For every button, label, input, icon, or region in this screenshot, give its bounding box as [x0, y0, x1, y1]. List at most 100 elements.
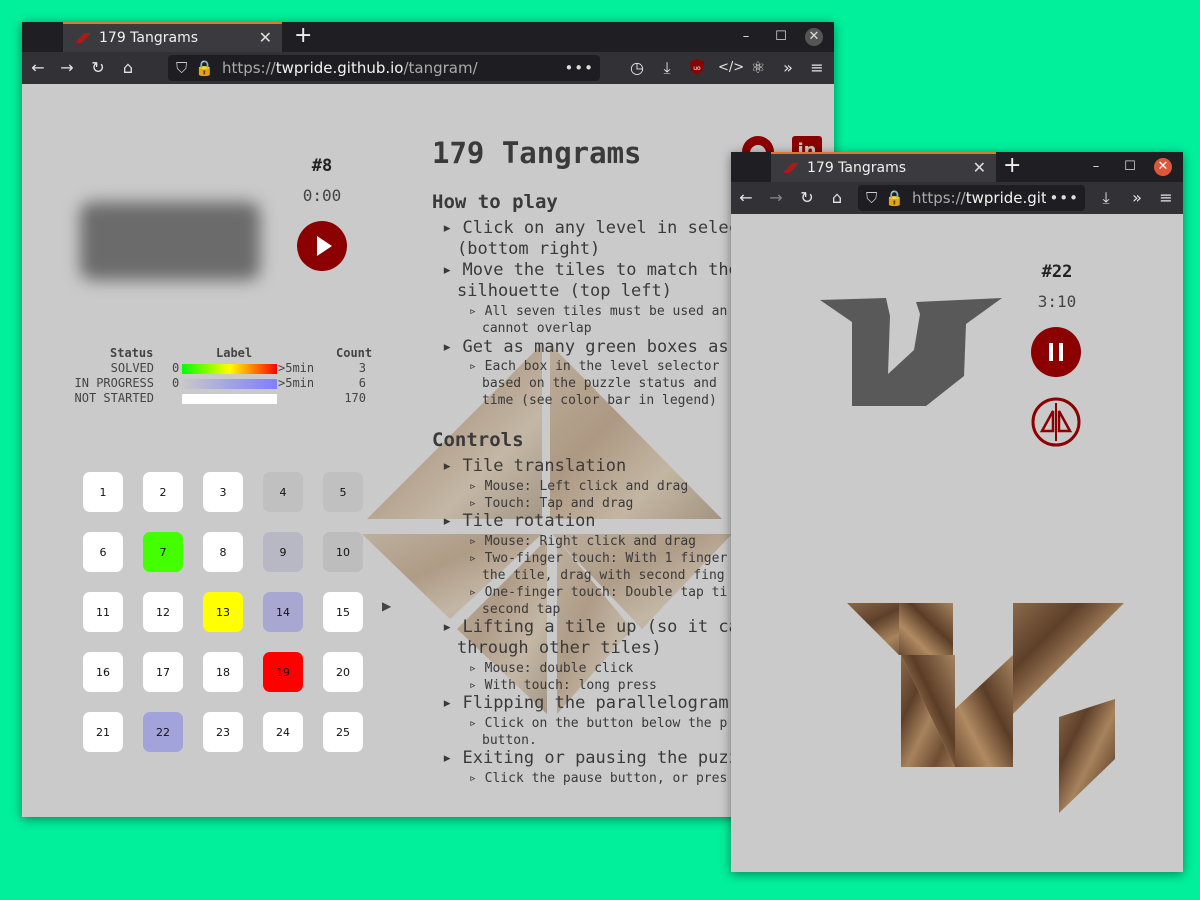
- tile-large-triangle-right[interactable]: [1013, 603, 1124, 714]
- level-button[interactable]: 7: [143, 532, 183, 572]
- control-2-a: ▹ Mouse: Right click and drag: [469, 534, 696, 549]
- maximize-icon[interactable]: ☐: [772, 28, 790, 46]
- control-1-text: Tile translation: [462, 456, 627, 476]
- nav-toolbar: ← → ↻ ⌂ ⛉ 🔒 https://twpride.github.io/ta…: [22, 52, 834, 84]
- legend-header-status: Status: [110, 346, 154, 360]
- play-icon: [317, 236, 332, 256]
- play-button[interactable]: [297, 221, 347, 271]
- history-icon[interactable]: ◷: [627, 58, 647, 78]
- level-button[interactable]: 15: [323, 592, 363, 632]
- instruction-3-sub-cont2: time (see color bar in legend): [482, 393, 717, 408]
- level-button[interactable]: 24: [263, 712, 303, 752]
- instruction-2-text: Move the tiles to match the: [462, 260, 739, 280]
- overflow-icon[interactable]: »: [1127, 188, 1147, 208]
- forward-icon[interactable]: →: [766, 188, 786, 208]
- url-bar[interactable]: ⛉ 🔒 https://twpride.github.io/tangram/ •…: [168, 55, 600, 81]
- close-window-icon[interactable]: ✕: [1154, 158, 1172, 176]
- minimize-icon[interactable]: –: [1087, 158, 1105, 176]
- level-button[interactable]: 13: [203, 592, 243, 632]
- instruction-1-text: Click on any level in select: [462, 218, 750, 238]
- level-button[interactable]: 12: [143, 592, 183, 632]
- level-button[interactable]: 25: [323, 712, 363, 752]
- instruction-3-sub: ▹ Each box in the level selector: [469, 359, 720, 374]
- control-1-a: ▹ Mouse: Left click and drag: [469, 479, 689, 494]
- level-button[interactable]: 8: [203, 532, 243, 572]
- instruction-3: ▸ Get as many green boxes as p: [442, 337, 750, 357]
- flip-parallelogram-icon[interactable]: [1031, 397, 1081, 447]
- level-button[interactable]: 10: [323, 532, 363, 572]
- download-icon[interactable]: ⤓: [1096, 188, 1116, 208]
- page-actions-icon[interactable]: •••: [564, 59, 594, 77]
- minimize-icon[interactable]: –: [737, 28, 755, 46]
- level-button[interactable]: 22: [143, 712, 183, 752]
- control-3-a: ▹ Mouse: double click: [469, 661, 634, 676]
- new-tab-icon[interactable]: +: [1003, 153, 1021, 178]
- react-devtools-icon[interactable]: ⚛: [748, 58, 768, 78]
- legend-status-in-progress: IN PROGRESS: [74, 376, 154, 390]
- url-bar-2[interactable]: ⛉ 🔒 https://twpride.githu •••: [858, 185, 1085, 211]
- pause-button[interactable]: [1031, 327, 1081, 377]
- browser-tab-2[interactable]: 179 Tangrams ✕: [771, 152, 996, 182]
- level-button[interactable]: 21: [83, 712, 123, 752]
- back-icon[interactable]: ←: [736, 188, 756, 208]
- nav-toolbar-2: ← → ↻ ⌂ ⛉ 🔒 https://twpride.githu ••• ⤓ …: [731, 182, 1183, 214]
- level-button[interactable]: 11: [83, 592, 123, 632]
- level-button[interactable]: 9: [263, 532, 303, 572]
- back-icon[interactable]: ←: [28, 58, 48, 78]
- url-path: /tangram/: [403, 59, 478, 77]
- page-actions-icon[interactable]: •••: [1046, 189, 1079, 207]
- download-icon[interactable]: ⤓: [657, 58, 677, 78]
- tangram-favicon-icon: [783, 163, 799, 173]
- level-button[interactable]: 4: [263, 472, 303, 512]
- tile-small-triangle[interactable]: [955, 655, 1013, 767]
- legend-bar-not-started: [182, 394, 277, 404]
- level-button[interactable]: 19: [263, 652, 303, 692]
- ublock-icon[interactable]: uo: [687, 58, 707, 81]
- level-button[interactable]: 1: [83, 472, 123, 512]
- forward-icon[interactable]: →: [57, 58, 77, 78]
- control-3-b-text: With touch: long press: [484, 678, 657, 693]
- level-button[interactable]: 3: [203, 472, 243, 512]
- level-button[interactable]: 5: [323, 472, 363, 512]
- next-page-arrow-icon[interactable]: ▶: [382, 599, 392, 613]
- reload-icon[interactable]: ↻: [88, 58, 108, 78]
- control-1: ▸ Tile translation: [442, 456, 627, 476]
- overflow-icon[interactable]: »: [778, 58, 798, 78]
- close-tab-icon[interactable]: ✕: [259, 28, 272, 47]
- close-window-icon[interactable]: ✕: [805, 28, 823, 46]
- instruction-2-sub-text: All seven tiles must be used an: [484, 304, 728, 319]
- reload-icon[interactable]: ↻: [797, 188, 817, 208]
- tangram-tiles: [847, 603, 1124, 813]
- page-title: 179 Tangrams: [432, 136, 642, 170]
- level-button[interactable]: 18: [203, 652, 243, 692]
- puzzle-timer-2: 3:10: [1037, 292, 1077, 311]
- new-tab-icon[interactable]: +: [294, 23, 312, 48]
- tangram-favicon-icon: [75, 33, 91, 43]
- tab-title-2: 179 Tangrams: [807, 160, 907, 176]
- puzzle-number: #8: [311, 156, 333, 176]
- devtools-icon[interactable]: </>: [718, 58, 744, 78]
- shield-icon: ⛉: [176, 59, 188, 77]
- home-icon[interactable]: ⌂: [827, 188, 847, 208]
- legend-status-not-started: NOT STARTED: [74, 391, 154, 405]
- menu-icon[interactable]: ≡: [807, 58, 827, 78]
- control-3-cont: through other tiles): [457, 638, 662, 658]
- menu-icon[interactable]: ≡: [1156, 188, 1176, 208]
- control-5-a-text: Click the pause button, or pres: [484, 771, 728, 786]
- close-tab-icon[interactable]: ✕: [973, 158, 986, 177]
- control-3: ▸ Lifting a tile up (so it can: [442, 617, 750, 637]
- level-button[interactable]: 17: [143, 652, 183, 692]
- control-4: ▸ Flipping the parallelogram: [442, 693, 729, 713]
- control-4-text: Flipping the parallelogram: [462, 693, 729, 713]
- level-button[interactable]: 23: [203, 712, 243, 752]
- browser-tab[interactable]: 179 Tangrams ✕: [63, 22, 282, 52]
- level-button[interactable]: 2: [143, 472, 183, 512]
- level-button[interactable]: 16: [83, 652, 123, 692]
- level-button[interactable]: 6: [83, 532, 123, 572]
- level-button[interactable]: 20: [323, 652, 363, 692]
- maximize-icon[interactable]: ☐: [1121, 158, 1139, 176]
- tile-square[interactable]: [899, 603, 953, 655]
- tile-parallelogram[interactable]: [1059, 699, 1115, 813]
- home-icon[interactable]: ⌂: [118, 58, 138, 78]
- level-button[interactable]: 14: [263, 592, 303, 632]
